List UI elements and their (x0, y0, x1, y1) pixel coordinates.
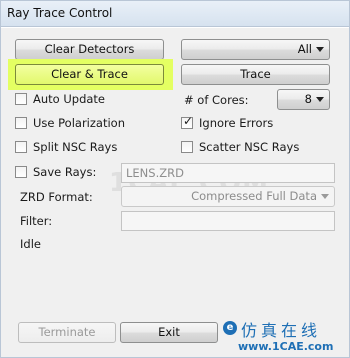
checkbox-box (15, 93, 27, 105)
scatter-nsc-rays-checkbox[interactable]: Scatter NSC Rays (181, 141, 299, 155)
clear-and-trace-button[interactable]: Clear & Trace (15, 64, 164, 85)
brand-title: 仿真在线 (241, 321, 322, 340)
use-polarization-checkbox[interactable]: Use Polarization (15, 117, 125, 131)
brand-watermark: e 仿真在线 www.1CAE.com (223, 315, 347, 357)
status-text: Idle (20, 237, 41, 251)
checkbox-box: ✓ (181, 114, 194, 129)
checkbox-box (15, 166, 27, 178)
split-nsc-rays-label: Split NSC Rays (33, 140, 118, 154)
window-title: Ray Trace Control (7, 6, 113, 20)
ignore-errors-label: Ignore Errors (199, 116, 274, 130)
split-nsc-rays-checkbox[interactable]: Split NSC Rays (15, 141, 117, 155)
filter-label: Filter: (20, 214, 53, 228)
detector-select-value: All (297, 42, 312, 56)
zrd-format-label: ZRD Format: (20, 190, 93, 204)
chevron-down-icon (316, 97, 324, 102)
use-polarization-label: Use Polarization (33, 116, 125, 130)
filter-field[interactable] (121, 211, 335, 231)
cores-select-value: 8 (304, 92, 312, 106)
auto-update-checkbox[interactable]: Auto Update (15, 93, 105, 107)
auto-update-label: Auto Update (33, 92, 106, 106)
detector-select[interactable]: All (181, 39, 330, 60)
checkbox-box (15, 117, 27, 129)
dialog-content: 1CAE.COM Clear Detectors All Clear & Tra… (1, 28, 349, 357)
checkbox-box (181, 141, 193, 153)
trace-button[interactable]: Trace (181, 64, 330, 85)
save-rays-label: Save Rays: (33, 165, 97, 179)
chevron-down-icon (321, 194, 329, 199)
title-bar: Ray Trace Control (1, 1, 349, 27)
cores-select[interactable]: 8 (277, 89, 330, 110)
brand-url: www.1CAE.com (238, 340, 334, 353)
brand-logo-icon: e (223, 321, 237, 335)
check-mark-icon: ✓ (183, 114, 194, 128)
save-rays-filename-field[interactable]: LENS.ZRD (121, 163, 335, 183)
exit-button[interactable]: Exit (120, 322, 218, 343)
cores-label: # of Cores: (184, 93, 249, 107)
save-rays-checkbox[interactable]: Save Rays: (15, 166, 96, 180)
clear-detectors-button[interactable]: Clear Detectors (15, 39, 164, 60)
chevron-down-icon (316, 47, 324, 52)
zrd-format-value: Compressed Full Data (191, 189, 317, 203)
ray-trace-control-window: Ray Trace Control 1CAE.COM Clear Detecto… (0, 0, 350, 358)
checkbox-box (15, 141, 27, 153)
zrd-format-select[interactable]: Compressed Full Data (121, 186, 335, 207)
terminate-button[interactable]: Terminate (18, 322, 116, 343)
scatter-nsc-rays-label: Scatter NSC Rays (199, 140, 300, 154)
ignore-errors-checkbox[interactable]: ✓ Ignore Errors (181, 114, 274, 131)
